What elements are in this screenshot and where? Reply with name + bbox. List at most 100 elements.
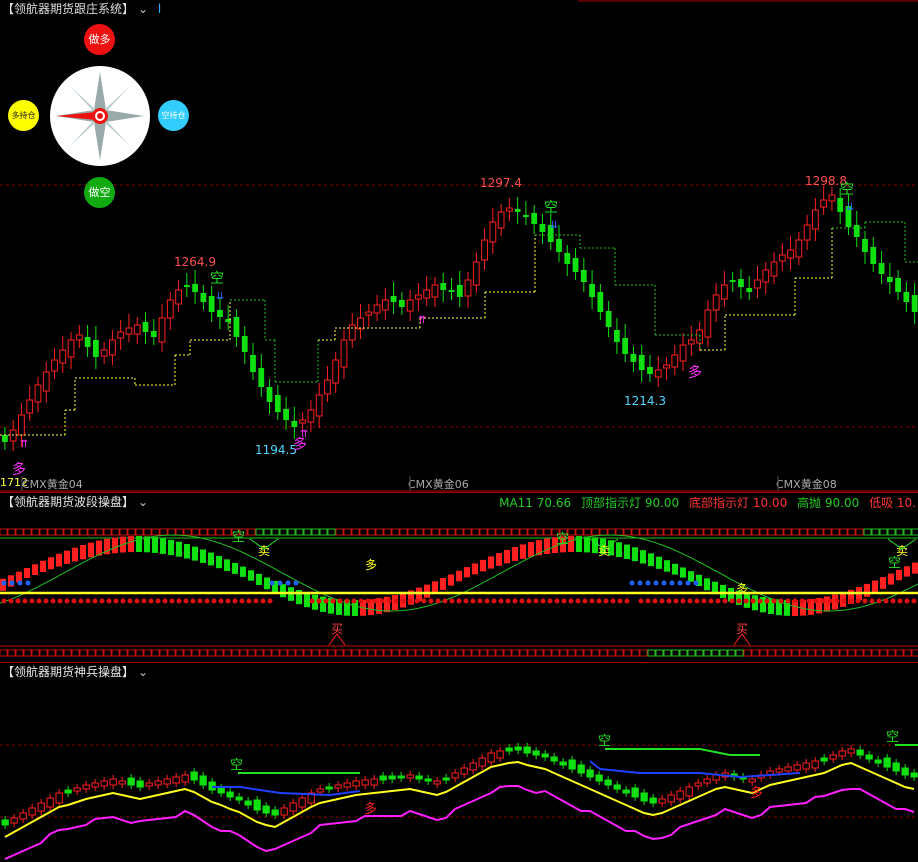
- candle-body: [406, 299, 414, 312]
- bottom-band-cell: [415, 649, 424, 657]
- candle-body: [658, 798, 666, 804]
- red-dot: [36, 598, 42, 604]
- long-tag: 多: [750, 785, 763, 801]
- wave-panel: 空空空卖卖卖多多买买 【领航器期货波段操盘】 ⌄ MA11 70.66 顶部指示灯…: [0, 492, 918, 663]
- candle-body: [663, 364, 670, 369]
- candle-body: [856, 749, 864, 756]
- wave-panel-title[interactable]: 【领航器期货波段操盘】 ⌄: [2, 493, 148, 510]
- candle-body: [298, 797, 306, 808]
- go-long-button[interactable]: 做多: [84, 24, 115, 55]
- top-band-cell: [575, 528, 584, 536]
- go-short-button[interactable]: 做空: [84, 177, 115, 208]
- bottom-band-cell: [895, 649, 904, 657]
- wave-block: [544, 538, 550, 555]
- short-arrow-icon: ⇊: [216, 291, 224, 302]
- candle-body: [892, 762, 900, 772]
- red-dot: [421, 598, 427, 604]
- bottom-band-cell: [327, 649, 336, 657]
- wave-block: [440, 577, 446, 590]
- bottom-band-cell: [479, 649, 488, 657]
- candle-body: [332, 359, 340, 384]
- top-band-cell: [639, 528, 648, 536]
- chevron-down-icon[interactable]: ⌄: [138, 2, 148, 16]
- candle-body: [828, 194, 836, 202]
- candle-body: [580, 270, 587, 282]
- candle-body: [357, 317, 364, 330]
- indicator-ma11: MA11 70.66: [499, 496, 572, 510]
- short-position-button[interactable]: 空持仓: [158, 100, 189, 131]
- red-dot: [358, 598, 364, 604]
- candle-body: [200, 293, 207, 302]
- indicator-top-light: 顶部指示灯 90.00: [580, 496, 680, 510]
- candle-body: [158, 317, 166, 343]
- candle-body: [125, 327, 133, 335]
- wave-block: [112, 537, 118, 554]
- compass-rose-icon: [56, 72, 144, 160]
- red-dot: [659, 598, 665, 604]
- wave-block: [704, 578, 710, 591]
- candle-body: [853, 225, 860, 237]
- candle-body: [28, 807, 36, 816]
- bottom-band-cell: [751, 649, 760, 657]
- candle-body: [811, 209, 819, 230]
- candle-body: [803, 224, 811, 241]
- candle-body: [133, 324, 141, 335]
- red-dot: [869, 598, 875, 604]
- wave-block: [136, 536, 142, 553]
- top-band-cell: [631, 528, 640, 536]
- long-arrow-icon: ⇈: [418, 315, 426, 326]
- candle-body: [595, 774, 603, 782]
- bottom-band-cell: [7, 649, 16, 657]
- wave-block: [632, 547, 638, 562]
- red-dot: [29, 598, 35, 604]
- candle-body: [862, 239, 868, 252]
- bottom-band-cell: [631, 649, 640, 657]
- top-band-cell: [855, 528, 864, 536]
- red-dot: [554, 598, 560, 604]
- bottom-band-cell: [127, 649, 136, 657]
- top-band-cell: [839, 528, 848, 536]
- candle-body: [325, 786, 333, 790]
- candle-body: [142, 322, 149, 332]
- red-dot: [505, 598, 511, 604]
- long-position-button[interactable]: 多持仓: [8, 100, 39, 131]
- bottom-band-cell: [207, 649, 216, 657]
- wave-block: [896, 569, 902, 581]
- top-band-cell: [583, 528, 592, 536]
- candle-body: [365, 311, 373, 316]
- candle-body: [531, 213, 538, 224]
- red-dot: [778, 598, 784, 604]
- red-dot: [610, 598, 616, 604]
- main-panel-title[interactable]: 【领航器期货跟庄系统】 ⌄ l: [2, 0, 161, 17]
- red-dot: [106, 598, 112, 604]
- wave-block: [208, 552, 214, 566]
- wave-indicator-chart[interactable]: 空空空卖卖卖多多买买: [0, 493, 918, 663]
- chevron-down-icon[interactable]: ⌄: [138, 495, 148, 509]
- red-dot: [190, 598, 196, 604]
- soldier-panel-title[interactable]: 【领航器期货神兵操盘】 ⌄: [2, 663, 148, 680]
- candle-body: [539, 224, 546, 232]
- candle-body: [109, 339, 116, 356]
- red-dot: [785, 598, 791, 604]
- candle-body: [647, 367, 653, 374]
- candle-body: [870, 247, 877, 264]
- candle-body: [274, 395, 281, 412]
- candle-body: [266, 387, 273, 402]
- top-band-cell: [711, 528, 720, 536]
- blue-dot: [653, 580, 659, 586]
- top-band-cell: [159, 528, 168, 536]
- candle-body: [315, 394, 323, 417]
- candle-body: [316, 788, 324, 793]
- compass-dial[interactable]: [50, 66, 150, 166]
- soldier-indicator-chart[interactable]: 空空 空多多: [0, 663, 918, 862]
- candle-body: [754, 279, 761, 289]
- top-band-cell: [463, 528, 472, 536]
- red-dot: [897, 598, 903, 604]
- blue-line: [589, 760, 801, 779]
- wave-block: [472, 563, 478, 575]
- red-dot: [757, 598, 763, 604]
- chevron-down-icon[interactable]: ⌄: [138, 665, 148, 679]
- bottom-band-cell: [551, 649, 560, 657]
- red-dot: [617, 598, 623, 604]
- red-dot: [134, 598, 140, 604]
